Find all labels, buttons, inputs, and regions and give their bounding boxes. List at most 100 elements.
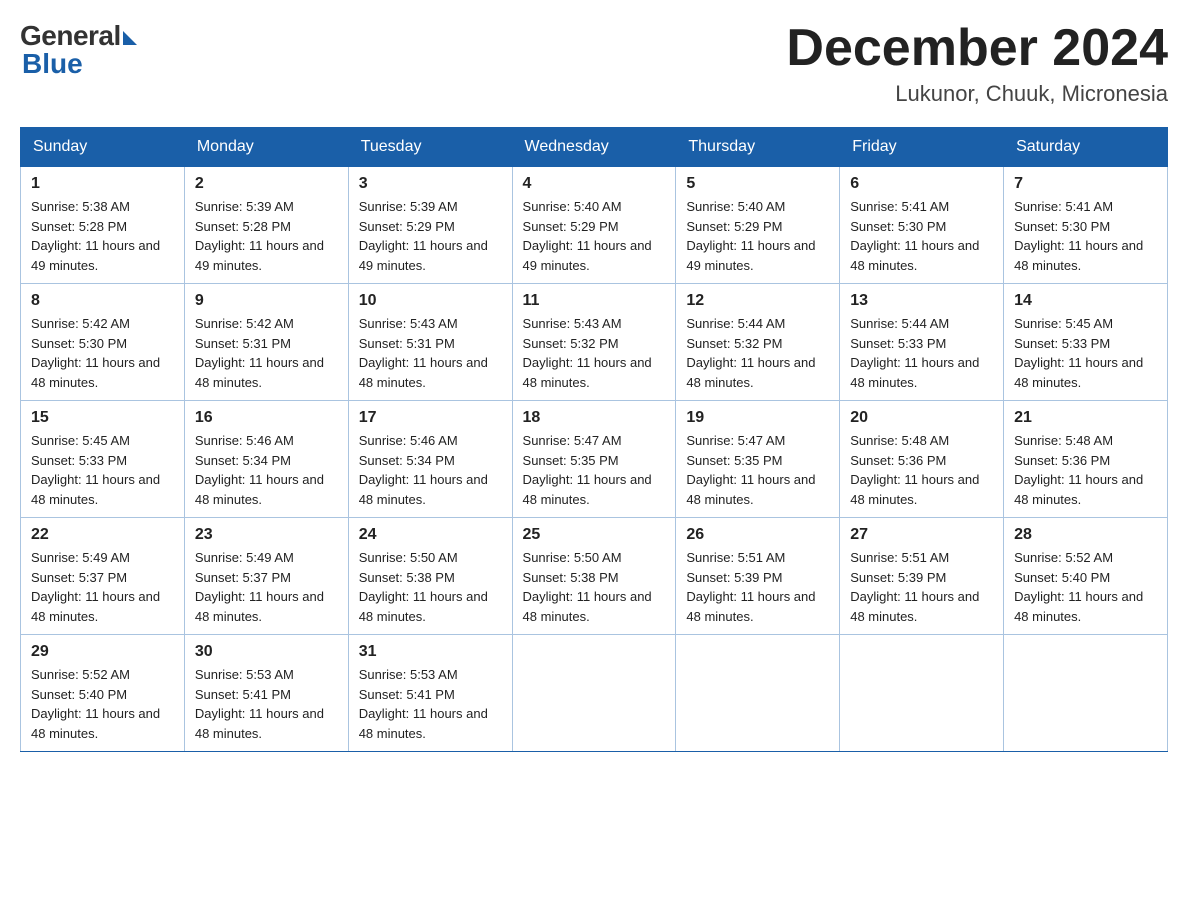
- day-number: 20: [850, 409, 993, 427]
- calendar-day-header: Thursday: [676, 128, 840, 167]
- calendar-day-cell: 8 Sunrise: 5:42 AMSunset: 5:30 PMDayligh…: [21, 284, 185, 401]
- day-number: 28: [1014, 526, 1157, 544]
- day-number: 27: [850, 526, 993, 544]
- calendar-day-cell: 14 Sunrise: 5:45 AMSunset: 5:33 PMDaylig…: [1004, 284, 1168, 401]
- calendar-day-cell: 29 Sunrise: 5:52 AMSunset: 5:40 PMDaylig…: [21, 635, 185, 752]
- day-info: Sunrise: 5:53 AMSunset: 5:41 PMDaylight:…: [359, 665, 502, 743]
- day-info: Sunrise: 5:47 AMSunset: 5:35 PMDaylight:…: [523, 431, 666, 509]
- calendar-day-header: Tuesday: [348, 128, 512, 167]
- calendar-day-cell: 27 Sunrise: 5:51 AMSunset: 5:39 PMDaylig…: [840, 518, 1004, 635]
- day-number: 25: [523, 526, 666, 544]
- calendar-day-cell: 9 Sunrise: 5:42 AMSunset: 5:31 PMDayligh…: [184, 284, 348, 401]
- day-info: Sunrise: 5:41 AMSunset: 5:30 PMDaylight:…: [1014, 197, 1157, 275]
- calendar-day-cell: 5 Sunrise: 5:40 AMSunset: 5:29 PMDayligh…: [676, 167, 840, 284]
- day-number: 29: [31, 643, 174, 661]
- calendar-header-row: SundayMondayTuesdayWednesdayThursdayFrid…: [21, 128, 1168, 167]
- logo-blue-text: Blue: [22, 48, 83, 80]
- day-number: 7: [1014, 175, 1157, 193]
- day-number: 26: [686, 526, 829, 544]
- day-info: Sunrise: 5:49 AMSunset: 5:37 PMDaylight:…: [195, 548, 338, 626]
- day-info: Sunrise: 5:47 AMSunset: 5:35 PMDaylight:…: [686, 431, 829, 509]
- calendar-day-cell: 24 Sunrise: 5:50 AMSunset: 5:38 PMDaylig…: [348, 518, 512, 635]
- day-number: 21: [1014, 409, 1157, 427]
- day-info: Sunrise: 5:40 AMSunset: 5:29 PMDaylight:…: [686, 197, 829, 275]
- day-number: 23: [195, 526, 338, 544]
- calendar-day-cell: 7 Sunrise: 5:41 AMSunset: 5:30 PMDayligh…: [1004, 167, 1168, 284]
- calendar-day-cell: 26 Sunrise: 5:51 AMSunset: 5:39 PMDaylig…: [676, 518, 840, 635]
- day-info: Sunrise: 5:43 AMSunset: 5:31 PMDaylight:…: [359, 314, 502, 392]
- calendar-week-row: 29 Sunrise: 5:52 AMSunset: 5:40 PMDaylig…: [21, 635, 1168, 752]
- calendar-day-cell: 21 Sunrise: 5:48 AMSunset: 5:36 PMDaylig…: [1004, 401, 1168, 518]
- day-number: 22: [31, 526, 174, 544]
- day-info: Sunrise: 5:44 AMSunset: 5:33 PMDaylight:…: [850, 314, 993, 392]
- day-number: 18: [523, 409, 666, 427]
- calendar-day-cell: 22 Sunrise: 5:49 AMSunset: 5:37 PMDaylig…: [21, 518, 185, 635]
- calendar-day-cell: 10 Sunrise: 5:43 AMSunset: 5:31 PMDaylig…: [348, 284, 512, 401]
- day-number: 14: [1014, 292, 1157, 310]
- calendar-day-cell: 15 Sunrise: 5:45 AMSunset: 5:33 PMDaylig…: [21, 401, 185, 518]
- calendar-day-cell: 19 Sunrise: 5:47 AMSunset: 5:35 PMDaylig…: [676, 401, 840, 518]
- day-number: 24: [359, 526, 502, 544]
- calendar-day-header: Saturday: [1004, 128, 1168, 167]
- calendar-day-header: Sunday: [21, 128, 185, 167]
- day-info: Sunrise: 5:42 AMSunset: 5:30 PMDaylight:…: [31, 314, 174, 392]
- calendar-day-cell: 23 Sunrise: 5:49 AMSunset: 5:37 PMDaylig…: [184, 518, 348, 635]
- calendar-day-cell: 4 Sunrise: 5:40 AMSunset: 5:29 PMDayligh…: [512, 167, 676, 284]
- day-number: 6: [850, 175, 993, 193]
- calendar-day-cell: 12 Sunrise: 5:44 AMSunset: 5:32 PMDaylig…: [676, 284, 840, 401]
- day-number: 31: [359, 643, 502, 661]
- calendar-week-row: 1 Sunrise: 5:38 AMSunset: 5:28 PMDayligh…: [21, 167, 1168, 284]
- day-info: Sunrise: 5:51 AMSunset: 5:39 PMDaylight:…: [686, 548, 829, 626]
- calendar-week-row: 15 Sunrise: 5:45 AMSunset: 5:33 PMDaylig…: [21, 401, 1168, 518]
- calendar-day-cell: 31 Sunrise: 5:53 AMSunset: 5:41 PMDaylig…: [348, 635, 512, 752]
- day-info: Sunrise: 5:49 AMSunset: 5:37 PMDaylight:…: [31, 548, 174, 626]
- day-info: Sunrise: 5:44 AMSunset: 5:32 PMDaylight:…: [686, 314, 829, 392]
- day-info: Sunrise: 5:51 AMSunset: 5:39 PMDaylight:…: [850, 548, 993, 626]
- day-info: Sunrise: 5:52 AMSunset: 5:40 PMDaylight:…: [1014, 548, 1157, 626]
- day-info: Sunrise: 5:53 AMSunset: 5:41 PMDaylight:…: [195, 665, 338, 743]
- calendar-day-header: Monday: [184, 128, 348, 167]
- day-number: 5: [686, 175, 829, 193]
- day-number: 19: [686, 409, 829, 427]
- day-number: 4: [523, 175, 666, 193]
- day-info: Sunrise: 5:52 AMSunset: 5:40 PMDaylight:…: [31, 665, 174, 743]
- day-number: 15: [31, 409, 174, 427]
- calendar-day-cell: 30 Sunrise: 5:53 AMSunset: 5:41 PMDaylig…: [184, 635, 348, 752]
- day-number: 11: [523, 292, 666, 310]
- calendar-day-header: Wednesday: [512, 128, 676, 167]
- month-title: December 2024: [786, 20, 1168, 77]
- day-info: Sunrise: 5:45 AMSunset: 5:33 PMDaylight:…: [1014, 314, 1157, 392]
- day-number: 2: [195, 175, 338, 193]
- day-info: Sunrise: 5:46 AMSunset: 5:34 PMDaylight:…: [195, 431, 338, 509]
- day-number: 30: [195, 643, 338, 661]
- day-info: Sunrise: 5:43 AMSunset: 5:32 PMDaylight:…: [523, 314, 666, 392]
- day-number: 8: [31, 292, 174, 310]
- day-info: Sunrise: 5:50 AMSunset: 5:38 PMDaylight:…: [523, 548, 666, 626]
- day-number: 13: [850, 292, 993, 310]
- calendar-day-cell: 3 Sunrise: 5:39 AMSunset: 5:29 PMDayligh…: [348, 167, 512, 284]
- location-text: Lukunor, Chuuk, Micronesia: [786, 81, 1168, 107]
- day-info: Sunrise: 5:41 AMSunset: 5:30 PMDaylight:…: [850, 197, 993, 275]
- day-number: 9: [195, 292, 338, 310]
- day-number: 1: [31, 175, 174, 193]
- day-info: Sunrise: 5:46 AMSunset: 5:34 PMDaylight:…: [359, 431, 502, 509]
- calendar-day-cell: 6 Sunrise: 5:41 AMSunset: 5:30 PMDayligh…: [840, 167, 1004, 284]
- day-info: Sunrise: 5:39 AMSunset: 5:28 PMDaylight:…: [195, 197, 338, 275]
- day-number: 3: [359, 175, 502, 193]
- day-info: Sunrise: 5:42 AMSunset: 5:31 PMDaylight:…: [195, 314, 338, 392]
- day-info: Sunrise: 5:40 AMSunset: 5:29 PMDaylight:…: [523, 197, 666, 275]
- calendar-week-row: 22 Sunrise: 5:49 AMSunset: 5:37 PMDaylig…: [21, 518, 1168, 635]
- calendar-day-cell: 28 Sunrise: 5:52 AMSunset: 5:40 PMDaylig…: [1004, 518, 1168, 635]
- day-info: Sunrise: 5:38 AMSunset: 5:28 PMDaylight:…: [31, 197, 174, 275]
- calendar-day-header: Friday: [840, 128, 1004, 167]
- day-info: Sunrise: 5:50 AMSunset: 5:38 PMDaylight:…: [359, 548, 502, 626]
- title-section: December 2024 Lukunor, Chuuk, Micronesia: [786, 20, 1168, 107]
- calendar-week-row: 8 Sunrise: 5:42 AMSunset: 5:30 PMDayligh…: [21, 284, 1168, 401]
- calendar-day-cell: [676, 635, 840, 752]
- calendar-day-cell: 17 Sunrise: 5:46 AMSunset: 5:34 PMDaylig…: [348, 401, 512, 518]
- logo: General Blue: [20, 20, 137, 80]
- day-info: Sunrise: 5:48 AMSunset: 5:36 PMDaylight:…: [1014, 431, 1157, 509]
- day-number: 16: [195, 409, 338, 427]
- calendar-day-cell: [840, 635, 1004, 752]
- calendar-day-cell: 11 Sunrise: 5:43 AMSunset: 5:32 PMDaylig…: [512, 284, 676, 401]
